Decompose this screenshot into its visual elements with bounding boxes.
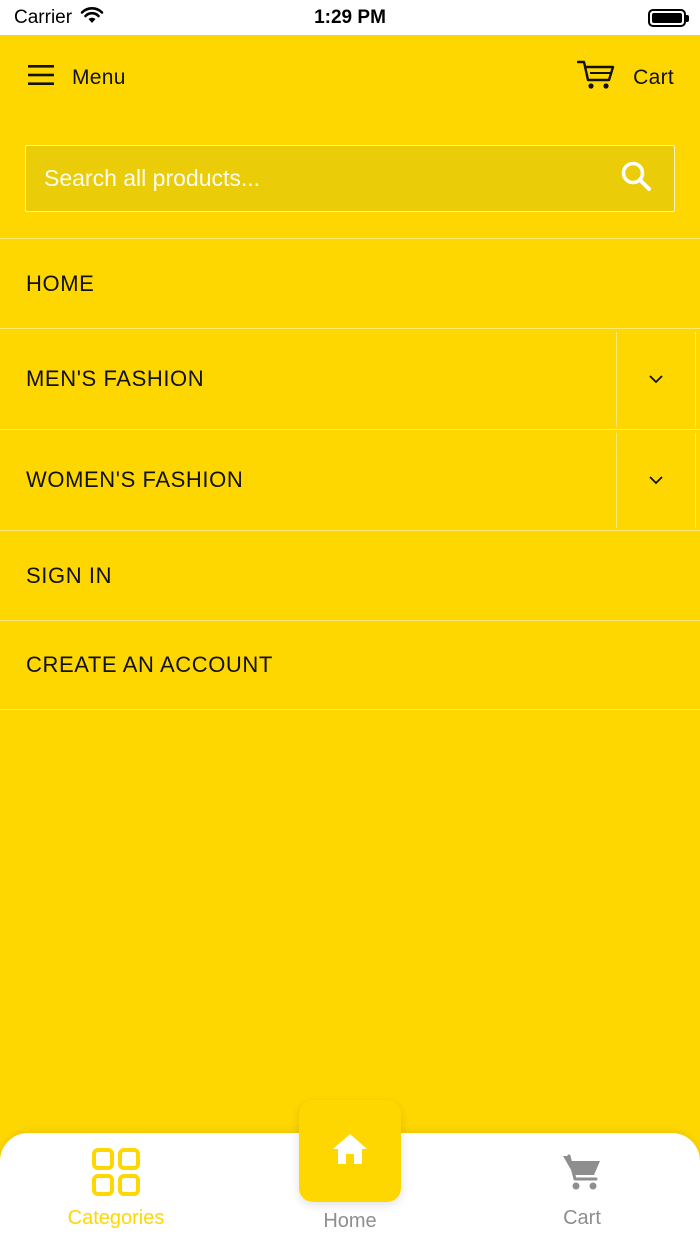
menu-label: Menu [72, 65, 126, 89]
tab-categories-label: Categories [67, 1207, 165, 1229]
status-time: 1:29 PM [314, 6, 386, 28]
nav-item-sign-in[interactable]: SIGN IN [0, 530, 700, 620]
nav-item-label: CREATE AN ACCOUNT [26, 652, 273, 677]
grid-icon [92, 1147, 140, 1197]
chevron-down-icon [648, 472, 664, 490]
wifi-icon [80, 6, 104, 30]
cart-button[interactable]: Cart [576, 59, 674, 96]
tab-home-button[interactable] [299, 1100, 401, 1202]
nav-item-label: HOME [26, 270, 95, 296]
nav-item-create-account[interactable]: CREATE AN ACCOUNT [0, 620, 700, 710]
status-bar: Carrier 1:29 PM [0, 0, 700, 35]
tab-cart[interactable]: Cart [492, 1133, 672, 1244]
status-left: Carrier [14, 6, 214, 30]
nav-item-label: MEN'S FASHION [26, 366, 205, 391]
chevron-down-icon [648, 371, 664, 389]
hamburger-icon [28, 64, 54, 91]
search-icon[interactable] [620, 160, 652, 197]
tab-categories[interactable]: Categories [26, 1133, 206, 1244]
nav-menu: HOME MEN'S FASHION WOMEN'S FASHION SIGN … [0, 238, 700, 710]
menu-button[interactable]: Menu [28, 64, 126, 91]
home-icon [332, 1133, 368, 1170]
top-header: Menu Cart [0, 35, 700, 120]
shopping-cart-icon [562, 1147, 602, 1197]
status-right [486, 8, 689, 27]
search-bar [25, 145, 675, 212]
tab-cart-label: Cart [563, 1207, 601, 1229]
battery-icon [648, 8, 689, 27]
expand-womens-fashion-button[interactable] [616, 433, 696, 528]
expand-mens-fashion-button[interactable] [616, 332, 696, 427]
search-input[interactable] [44, 165, 564, 192]
nav-item-home[interactable]: HOME [0, 238, 700, 328]
carrier-label: Carrier [14, 6, 73, 28]
nav-item-mens-fashion[interactable]: MEN'S FASHION [0, 328, 700, 429]
nav-item-label: SIGN IN [26, 562, 113, 588]
cart-icon [576, 59, 615, 96]
cart-label: Cart [633, 65, 674, 89]
tab-home-label: Home [323, 1210, 377, 1232]
nav-item-label: WOMEN'S FASHION [26, 467, 244, 492]
nav-item-womens-fashion[interactable]: WOMEN'S FASHION [0, 429, 700, 530]
